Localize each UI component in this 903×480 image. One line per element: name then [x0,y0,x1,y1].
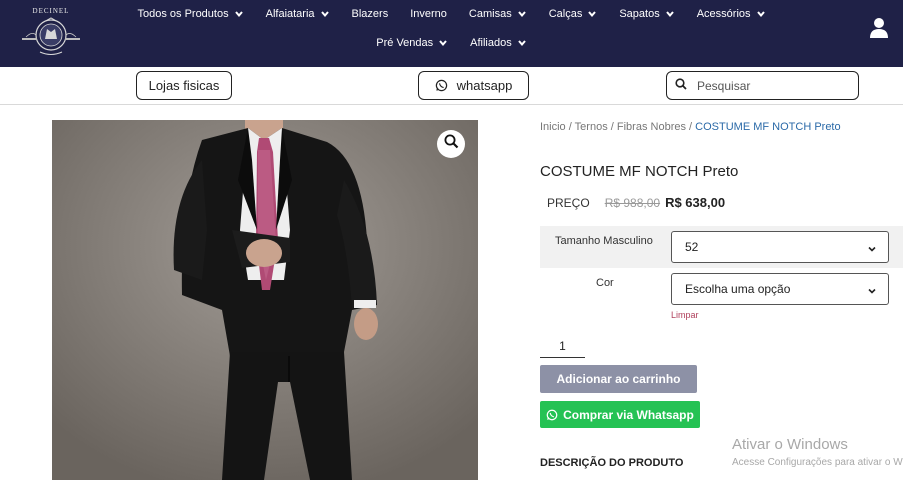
breadcrumb-ternos[interactable]: Ternos [575,121,608,133]
add-to-cart-button[interactable]: Adicionar ao carrinho [540,365,697,393]
nav-item-sapatos[interactable]: Sapatos [608,6,685,22]
nav-item-calcas[interactable]: Calças [538,6,609,22]
nav-item-pre-vendas[interactable]: Pré Vendas [365,35,459,51]
windows-activation-watermark: Ativar o Windows Acesse Configurações pa… [732,436,903,468]
whatsapp-label: whatsapp [456,78,513,93]
nav-item-alfaiataria[interactable]: Alfaiataria [255,6,341,22]
color-value: Escolha uma opção [685,282,791,296]
nav-item-inverno[interactable]: Inverno [399,6,458,22]
nav-item-label: Todos os Produtos [137,8,229,20]
chevron-down-icon [867,285,877,295]
size-select[interactable]: 52 [671,231,889,263]
chevron-down-icon [438,38,448,48]
price-label: PREÇO [547,195,590,210]
chevron-down-icon [756,9,766,19]
search-box [666,71,859,100]
chevron-down-icon [867,243,877,253]
buy-via-whatsapp-label: Comprar via Whatsapp [563,407,694,422]
nav-item-label: Camisas [468,8,512,20]
nav-item-label: Blazers [351,8,389,20]
top-navigation: DECINEL Todos os Produtos Alfaiataria Blaz… [0,0,903,67]
chevron-down-icon [665,9,675,19]
zoom-button[interactable] [437,130,465,158]
product-title: COSTUME MF NOTCH Preto [540,163,739,180]
search-icon[interactable] [675,77,687,95]
clear-selection-link[interactable]: Limpar [671,310,699,320]
color-label: Cor [596,277,614,289]
windows-activation-title: Ativar o Windows [732,436,848,453]
windows-activation-subtitle: Acesse Configurações para ativar o Windo… [732,457,903,468]
size-value: 52 [685,240,699,254]
physical-stores-button[interactable]: Lojas fisicas [136,71,232,100]
nav-item-label: Calças [548,8,583,20]
nav-item-label: Alfaiataria [265,8,315,20]
suit-model-illustration [52,120,478,480]
user-icon[interactable] [869,17,889,39]
main-menu-row-1: Todos os Produtos Alfaiataria Blazers Inver… [0,6,903,22]
product-description-heading[interactable]: DESCRIÇÃO DO PRODUTO [540,457,683,469]
breadcrumb-fibras-nobres[interactable]: Fibras Nobres [617,121,686,133]
nav-item-label: Sapatos [619,8,660,20]
utility-bar: Lojas fisicas whatsapp [0,67,903,105]
add-to-cart-label: Adicionar ao carrinho [556,372,681,386]
nav-item-acessorios[interactable]: Acessórios [686,6,777,22]
sale-price: R$ 638,00 [665,195,726,210]
zoom-icon [444,134,459,154]
buy-via-whatsapp-button[interactable]: Comprar via Whatsapp [540,401,700,428]
nav-item-camisas[interactable]: Camisas [458,6,538,22]
color-select[interactable]: Escolha uma opção [671,273,889,305]
nav-item-label: Inverno [410,8,447,20]
breadcrumb-current: COSTUME MF NOTCH Preto [695,121,841,133]
breadcrumb: Inicio / Ternos / Fibras Nobres / COSTUM… [540,121,841,133]
chevron-down-icon [587,9,597,19]
nav-item-afiliados[interactable]: Afiliados [459,35,538,51]
nav-item-label: Acessórios [696,8,751,20]
chevron-down-icon [517,9,527,19]
chevron-down-icon [320,9,330,19]
nav-item-blazers[interactable]: Blazers [341,6,400,22]
original-price: R$ 988,00 [604,195,661,210]
whatsapp-icon [435,79,448,92]
search-input[interactable] [697,78,847,93]
nav-item-label: Pré Vendas [376,37,434,49]
physical-stores-label: Lojas fisicas [148,78,220,93]
nav-item-todos-os-produtos[interactable]: Todos os Produtos [126,6,254,22]
whatsapp-icon [546,409,558,421]
product-image[interactable] [52,120,478,480]
chevron-down-icon [234,9,244,19]
price-row: PREÇO R$ 988,00 R$ 638,00 [547,195,725,210]
nav-item-label: Afiliados [470,37,512,49]
whatsapp-button[interactable]: whatsapp [418,71,529,100]
breadcrumb-home[interactable]: Inicio [540,121,566,133]
size-label: Tamanho Masculino [555,235,653,247]
chevron-down-icon [517,38,527,48]
quantity-input[interactable] [540,334,585,358]
main-menu-row-2: Pré Vendas Afiliados [0,35,903,51]
